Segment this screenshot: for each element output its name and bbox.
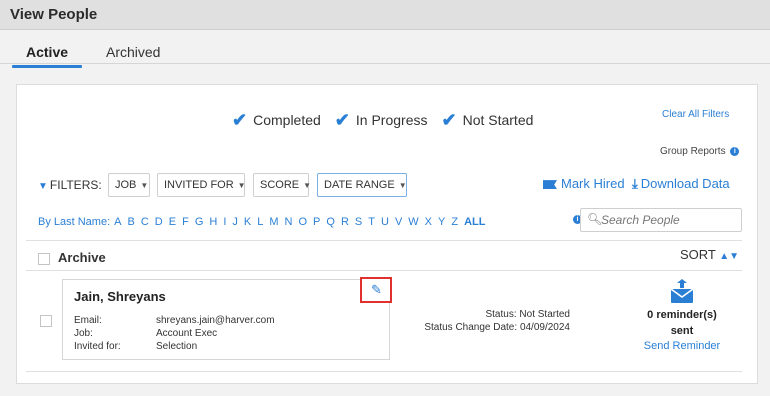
job-dropdown[interactable]: JOB ▼ (108, 173, 150, 197)
letter-n[interactable]: N (285, 216, 293, 228)
score-dropdown[interactable]: SCORE ▼ (253, 173, 312, 197)
sort-icon: ▲▼ (719, 251, 740, 262)
letter-x[interactable]: X (425, 216, 432, 228)
last-name-filter: By Last Name: A B C D E F G H I J K L M N O P Q R S T U V W X Y Z A… (38, 216, 491, 228)
pencil-icon: ✎ (371, 282, 382, 297)
letter-f[interactable]: F (182, 216, 189, 228)
letter-o[interactable]: O (298, 216, 307, 228)
checkmark-icon: ✔ (441, 110, 457, 130)
search-icon: 🔍︎ (587, 212, 603, 226)
invited-for-value: Selection (156, 341, 198, 352)
clear-all-filters-link[interactable]: Clear All Filters (662, 109, 729, 120)
caret-down-icon: ▼ (237, 181, 246, 190)
send-reminder-link[interactable]: Send Reminder (628, 339, 736, 353)
letter-b[interactable]: B (127, 216, 134, 228)
tab-active[interactable]: Active (11, 44, 83, 68)
invited-for-dropdown[interactable]: INVITED FOR ▼ (157, 173, 246, 197)
caret-down-icon: ▼ (303, 181, 312, 190)
group-reports-link[interactable]: Group Reports i (660, 146, 740, 157)
status-block: Status: Not Started Status Change Date: … (424, 309, 570, 333)
letter-y[interactable]: Y (438, 216, 445, 228)
status-change-date: 04/09/2024 (519, 322, 570, 333)
letter-i[interactable]: I (223, 216, 226, 228)
letter-l[interactable]: L (257, 216, 263, 228)
checkmark-icon: ✔ (334, 110, 350, 130)
caret-down-icon: ▼ (140, 181, 149, 190)
date-range-dropdown[interactable]: DATE RANGE ▼ (317, 173, 407, 197)
divider (26, 240, 742, 241)
letter-r[interactable]: R (341, 216, 349, 228)
download-icon: ⤓ (632, 176, 638, 191)
status-filter-group: ✔ Completed ✔ In Progress ✔ Not Started (232, 110, 547, 130)
search-input[interactable] (601, 212, 737, 228)
envelope-icon (670, 279, 694, 303)
letter-j[interactable]: J (232, 216, 238, 228)
person-name: Jain, Shreyans (74, 289, 166, 304)
letter-e[interactable]: E (169, 216, 176, 228)
letter-z[interactable]: Z (451, 216, 458, 228)
filters-label: ▼ FILTERS: (38, 178, 102, 192)
letter-w[interactable]: W (408, 216, 418, 228)
letter-v[interactable]: V (395, 216, 402, 228)
letter-t[interactable]: T (368, 216, 375, 228)
mark-hired-button[interactable]: Mark Hired (543, 176, 625, 191)
row-checkbox[interactable] (40, 315, 52, 327)
status-value: Not Started (519, 309, 570, 320)
letter-h[interactable]: H (209, 216, 217, 228)
archive-label: Archive (58, 250, 106, 265)
letter-all[interactable]: ALL (464, 216, 485, 228)
edit-button[interactable]: ✎ (360, 277, 392, 303)
invited-for-row: Invited for: Selection (74, 341, 198, 352)
job-row: Job: Account Exec (74, 328, 218, 339)
letter-s[interactable]: S (355, 216, 362, 228)
last-name-filter-label: By Last Name: (38, 216, 111, 228)
flag-icon (543, 180, 557, 190)
sort-button[interactable]: SORT ▲▼ (680, 247, 739, 262)
filter-icon: ▼ (38, 181, 48, 192)
letter-k[interactable]: K (244, 216, 251, 228)
archive-header: Archive (38, 250, 106, 268)
caret-down-icon: ▼ (398, 181, 407, 190)
tab-archived[interactable]: Archived (106, 44, 160, 60)
search-field[interactable]: 🔍︎ (580, 208, 742, 232)
download-data-button[interactable]: ⤓ Download Data (632, 176, 730, 192)
divider (26, 371, 742, 372)
filter-completed-checkbox[interactable]: ✔ Completed (232, 110, 321, 130)
select-all-checkbox[interactable] (38, 252, 50, 265)
title-bar: View People (0, 0, 770, 30)
divider (26, 270, 742, 271)
filter-not-started-checkbox[interactable]: ✔ Not Started (441, 110, 533, 130)
letter-g[interactable]: G (195, 216, 204, 228)
filter-in-progress-checkbox[interactable]: ✔ In Progress (334, 110, 428, 130)
letter-c[interactable]: C (141, 216, 149, 228)
letter-d[interactable]: D (155, 216, 163, 228)
job-value: Account Exec (156, 328, 218, 339)
email-value: shreyans.jain@harver.com (156, 315, 275, 326)
person-card[interactable]: Jain, Shreyans Email: shreyans.jain@harve… (62, 279, 390, 360)
reminder-count: 0 reminder(s) sent (647, 309, 717, 337)
email-row: Email: shreyans.jain@harver.com (74, 315, 275, 326)
letter-m[interactable]: M (269, 216, 278, 228)
letter-p[interactable]: P (313, 216, 320, 228)
letter-u[interactable]: U (381, 216, 389, 228)
page-title: View People (10, 6, 98, 23)
checkmark-icon: ✔ (232, 110, 248, 130)
letter-q[interactable]: Q (326, 216, 335, 228)
reminder-block: 0 reminder(s) sent Send Reminder (628, 278, 736, 353)
tab-bar: Active Archived (0, 30, 770, 68)
info-icon[interactable]: i (730, 146, 740, 156)
letter-a[interactable]: A (114, 216, 121, 228)
